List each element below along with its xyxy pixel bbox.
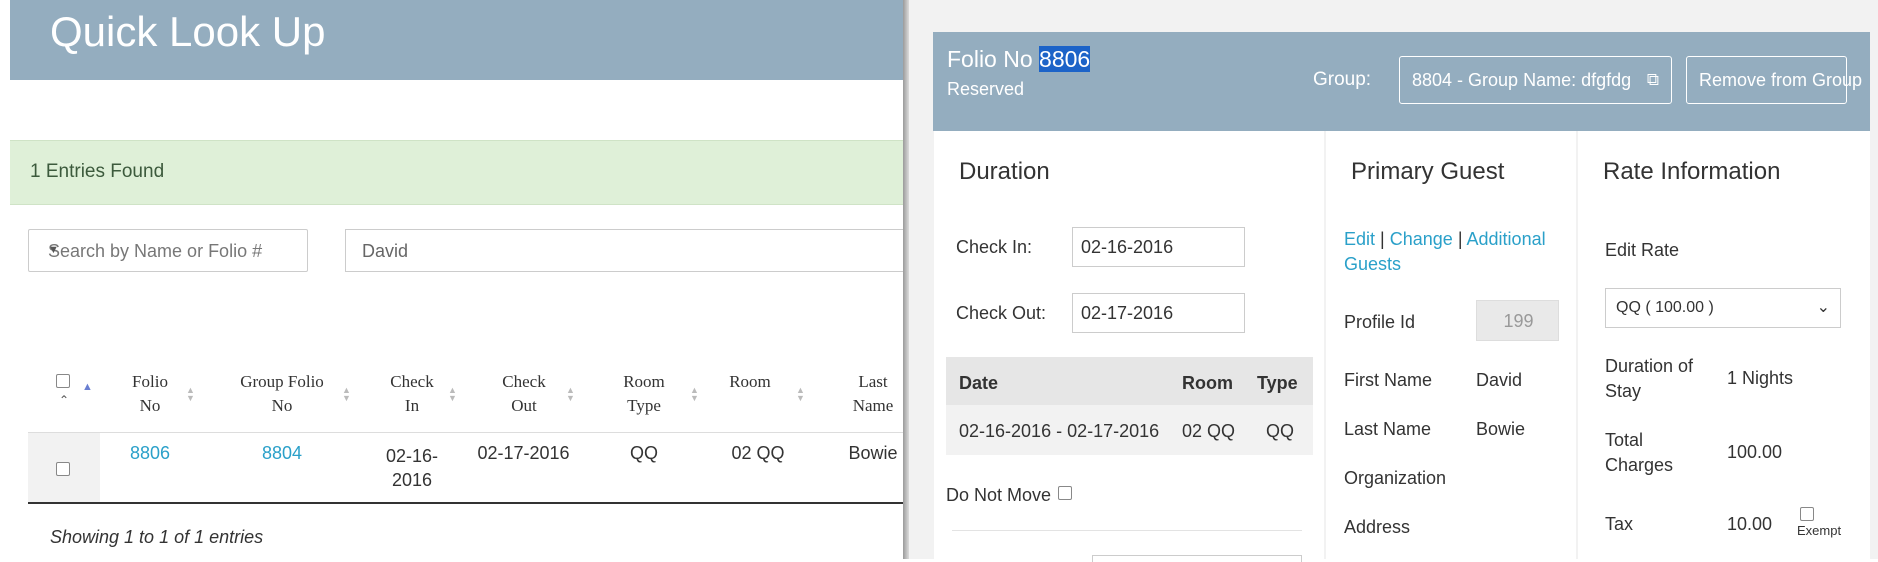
profile-id-field: 199 [1476,300,1559,341]
table-divider [28,432,905,433]
edit-rate-link[interactable]: Edit Rate [1605,240,1679,261]
header-date: Date [959,373,999,393]
select-all-checkbox[interactable] [56,374,70,388]
row-room-type: QQ [629,443,658,463]
do-not-move-label: Do Not Move [946,485,1052,505]
check-out-input[interactable]: 02-17-2016 [1072,293,1245,333]
row-date-range: 02-16-2016 - 02-17-2016 [959,421,1160,441]
column-last-name[interactable]: Last Name [840,370,906,418]
quick-lookup-header: Quick Look Up [10,0,905,80]
sort-icon[interactable]: ▲ ▼ [566,386,575,403]
last-name-label: Last Name [1344,419,1432,439]
last-name-value: Bowie [1476,419,1526,439]
sort-asc-icon[interactable]: ▲ [82,382,93,393]
tax-exempt-checkbox[interactable] [1800,507,1814,521]
sort-icon[interactable]: ▲ ▼ [448,386,457,403]
quick-lookup-panel: Quick Look Up 1 Entries Found Search by … [0,0,906,559]
sort-icon[interactable]: ▲ ▼ [796,386,805,403]
search-input-value: David [362,241,409,261]
sort-icon[interactable]: ▲ ▼ [342,386,351,403]
row-room: 02 QQ [731,443,785,463]
change-guest-link[interactable]: Change [1390,229,1453,249]
folio-header: Folio No 8806 Reserved Group: 8804 - Gro… [933,32,1870,131]
address-label: Address [1344,517,1411,537]
folio-number: 8806 [1039,46,1091,72]
row-check-out: 02-17-2016 [477,443,570,463]
row-folio-no-link[interactable]: 8806 [118,443,182,464]
row-last-name: Bowie [848,443,898,463]
table-bottom-border [28,502,905,504]
chevron-down-icon: ⌄ [1816,299,1830,316]
column-room[interactable]: Room [718,370,782,394]
primary-guest-title: Primary Guest [1351,158,1505,185]
sort-icon[interactable]: ⌃ [59,394,69,406]
remove-from-group-button[interactable]: Remove from Group [1686,56,1862,104]
rate-select[interactable]: QQ ( 100.00 ) ⌄ [1605,288,1841,328]
tax-label: Tax [1605,514,1634,534]
page-title: Quick Look Up [50,8,326,55]
row-check-in: 02-16- 2016 [385,446,439,490]
rate-information-section [1578,131,1870,559]
profile-id-label: Profile Id [1344,312,1416,332]
check-in-input[interactable]: 02-16-2016 [1072,227,1245,267]
row-type: QQ [1266,421,1295,441]
header-type: Type [1257,373,1298,393]
duration-of-stay-label: Duration of Stay [1605,356,1694,401]
column-check-out[interactable]: Check Out [492,370,556,418]
search-type-select[interactable]: Search by Name or Folio # ▼ [28,229,308,272]
guest-actions: Edit | Change | Additional Guests [1344,229,1546,274]
check-in-label: Check In: [956,237,1033,257]
do-not-move-checkbox[interactable] [1058,486,1072,500]
folio-status: Reserved [947,79,1025,99]
row-group-folio-no-link[interactable]: 8804 [250,443,314,464]
pagination-info: Showing 1 to 1 of 1 entries [50,527,264,547]
primary-guest-section [1326,131,1576,559]
external-link-icon: ⧉ [1646,70,1659,89]
header-room: Room [1182,373,1233,393]
column-folio-no[interactable]: Folio No [118,370,182,418]
column-room-type[interactable]: Room Type [612,370,676,418]
column-check-in[interactable]: Check In [378,370,446,418]
total-charges-value: 100.00 [1727,442,1783,462]
folio-title: Folio No 8806 [947,46,1091,72]
first-name-label: First Name [1344,370,1433,390]
duration-title: Duration [959,158,1050,185]
first-name-value: David [1476,370,1523,390]
group-label: Group: [1313,69,1372,90]
chevron-down-icon: ▼ [48,244,59,256]
column-group-folio-no[interactable]: Group Folio No [226,370,338,418]
sort-icon[interactable]: ▲ ▼ [690,386,699,403]
rate-information-title: Rate Information [1603,158,1781,185]
organization-label: Organization [1344,468,1447,488]
edit-guest-link[interactable]: Edit [1344,229,1375,249]
entries-found-alert: 1 Entries Found [10,140,905,205]
tax-value: 10.00 [1727,514,1773,534]
sort-icon[interactable]: ▲ ▼ [186,386,195,403]
section-divider [952,530,1302,531]
exempt-label: Exempt [1797,523,1842,538]
check-out-label: Check Out: [956,303,1047,323]
total-charges-label: Total Charges [1605,430,1674,475]
entries-found-text: 1 Entries Found [30,161,165,182]
row-checkbox[interactable] [56,462,70,476]
search-input[interactable]: David [345,229,906,272]
row-room-link[interactable]: 02 QQ [1182,421,1235,442]
duration-of-stay-value: 1 Nights [1727,368,1794,388]
group-link-button[interactable]: 8804 - Group Name: dfgfdg ⧉ [1399,56,1672,104]
